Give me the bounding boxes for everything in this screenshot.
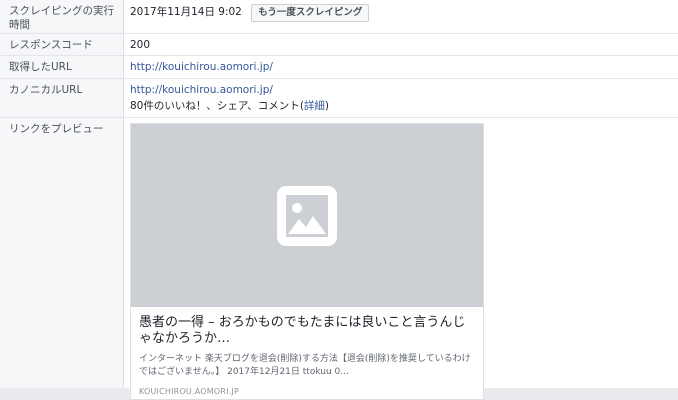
row-label: カノニカルURL (0, 79, 124, 117)
scrape-time: 2017年11月14日 9:02 (130, 6, 242, 18)
row-canonical-url: カノニカルURL http://kouichirou.aomori.jp/ 80… (0, 79, 678, 118)
rescrape-button[interactable]: もう一度スクレイピング (251, 4, 370, 22)
row-label: レスポンスコード (0, 34, 124, 55)
row-link-preview: リンクをプレビュー 愚者の一得 – おろかものでもたまには良いこと言うんじゃなか… (0, 118, 678, 400)
row-label: スクレイピングの実行時間 (0, 0, 124, 33)
engagement-count: 80件のいいね！、シェア、コメント (130, 100, 300, 112)
response-code: 200 (124, 34, 678, 55)
image-placeholder-icon (277, 185, 337, 246)
canonical-url-link[interactable]: http://kouichirou.aomori.jp/ (130, 84, 273, 96)
row-fetched-url: 取得したURL http://kouichirou.aomori.jp/ (0, 56, 678, 79)
preview-thumbnail (131, 124, 483, 307)
fetched-url-link[interactable]: http://kouichirou.aomori.jp/ (130, 61, 273, 73)
preview-title: 愚者の一得 – おろかものでもたまには良いこと言うんじゃなかろうか… (139, 315, 466, 346)
row-label: リンクをプレビュー (0, 118, 124, 388)
row-label: 取得したURL (0, 56, 124, 78)
link-preview-card[interactable]: 愚者の一得 – おろかものでもたまには良いこと言うんじゃなかろうか… インターネ… (130, 123, 484, 400)
debugger-results-table: スクレイピングの実行時間 2017年11月14日 9:02 もう一度スクレイピン… (0, 0, 678, 400)
details-link[interactable]: 詳細 (304, 100, 325, 112)
link-preview: 愚者の一得 – おろかものでもたまには良いこと言うんじゃなかろうか… インターネ… (124, 118, 678, 400)
fetched-url: http://kouichirou.aomori.jp/ (124, 56, 678, 78)
preview-domain: KOUICHIROU.AOMORI.JP (139, 387, 240, 396)
row-value: 2017年11月14日 9:02 もう一度スクレイピング (124, 0, 678, 33)
row-response-code: レスポンスコード 200 (0, 34, 678, 56)
row-scrape-time: スクレイピングの実行時間 2017年11月14日 9:02 もう一度スクレイピン… (0, 0, 678, 34)
preview-description: インターネット 楽天ブログを退会(削除)する方法【退会(削除)を推奨しているわけ… (139, 354, 471, 377)
response-code-value: 200 (130, 39, 151, 51)
canonical-url: http://kouichirou.aomori.jp/ 80件のいいね！、シェ… (124, 79, 678, 117)
